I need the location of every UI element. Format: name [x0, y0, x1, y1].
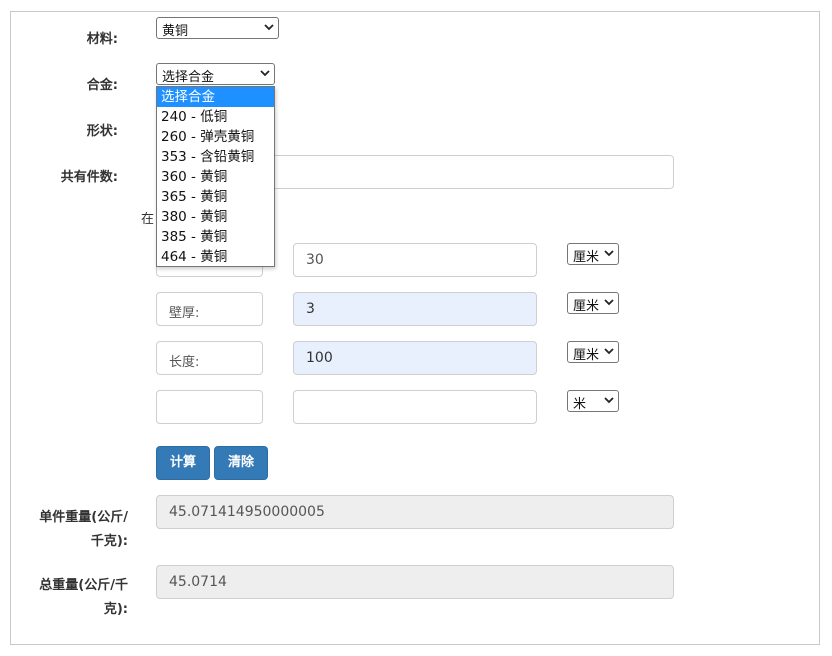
- alloy-select[interactable]: 选择合金: [156, 63, 275, 85]
- alloy-option[interactable]: 353 - 含铅黄铜: [157, 147, 274, 167]
- unit-select-value: 米: [573, 397, 587, 412]
- alloy-option[interactable]: 选择合金: [157, 87, 274, 107]
- unit-select[interactable]: 米: [567, 390, 619, 412]
- alloy-option[interactable]: 380 - 黄铜: [157, 207, 274, 227]
- dimension-label-box: [156, 390, 263, 424]
- unit-weight-label-line1: 单件重量(公斤/: [39, 510, 128, 525]
- chevron-down-icon: [604, 348, 614, 355]
- unit-select[interactable]: 厘米: [567, 292, 619, 314]
- material-select[interactable]: 黄铜: [156, 17, 279, 39]
- dimension-value-input[interactable]: [293, 390, 537, 424]
- unit-select[interactable]: 厘米: [567, 341, 619, 363]
- length-label-box: 长度:: [156, 341, 263, 375]
- total-weight-label-line2: 克):: [103, 602, 128, 617]
- unit-weight-label: 单件重量(公斤/ 千克):: [18, 506, 128, 554]
- chevron-down-icon: [264, 24, 274, 31]
- wall-thickness-label-box: 壁厚:: [156, 292, 263, 326]
- dimension-value-input[interactable]: 30: [293, 243, 537, 277]
- alloy-select-value: 选择合金: [162, 70, 215, 85]
- partial-hint-text: 在: [141, 212, 155, 227]
- unit-select-value: 厘米: [573, 299, 600, 314]
- wall-thickness-input[interactable]: 3: [293, 292, 537, 326]
- unit-select-value: 厘米: [573, 348, 600, 363]
- material-label: 材料:: [86, 32, 118, 47]
- unit-weight-output: 45.071414950000005: [156, 495, 674, 529]
- alloy-option[interactable]: 240 - 低铜: [157, 107, 274, 127]
- alloy-option[interactable]: 365 - 黄铜: [157, 187, 274, 207]
- alloy-option[interactable]: 464 - 黄铜: [157, 247, 274, 267]
- shape-label: 形状:: [86, 124, 118, 139]
- material-select-value: 黄铜: [162, 24, 189, 39]
- chevron-down-icon: [604, 397, 614, 404]
- alloy-option[interactable]: 360 - 黄铜: [157, 167, 274, 187]
- alloy-label: 合金:: [86, 78, 118, 93]
- unit-select-value: 厘米: [573, 250, 600, 265]
- calculator-panel: [10, 11, 820, 645]
- unit-weight-label-line2: 千克):: [90, 534, 128, 549]
- chevron-down-icon: [260, 70, 270, 77]
- chevron-down-icon: [604, 250, 614, 257]
- alloy-dropdown-list: 选择合金 240 - 低铜 260 - 弹壳黄铜 353 - 含铅黄铜 360 …: [156, 86, 275, 267]
- total-weight-output: 45.0714: [156, 565, 674, 599]
- calculate-button[interactable]: 计算: [156, 446, 210, 480]
- chevron-down-icon: [604, 299, 614, 306]
- alloy-option[interactable]: 260 - 弹壳黄铜: [157, 127, 274, 147]
- total-weight-label-line1: 总重量(公斤/千: [39, 578, 128, 593]
- length-input[interactable]: 100: [293, 341, 537, 375]
- unit-select[interactable]: 厘米: [567, 243, 619, 265]
- total-weight-label: 总重量(公斤/千 克):: [18, 574, 128, 622]
- alloy-option[interactable]: 385 - 黄铜: [157, 227, 274, 247]
- count-label: 共有件数:: [60, 170, 118, 185]
- clear-button[interactable]: 清除: [214, 446, 268, 480]
